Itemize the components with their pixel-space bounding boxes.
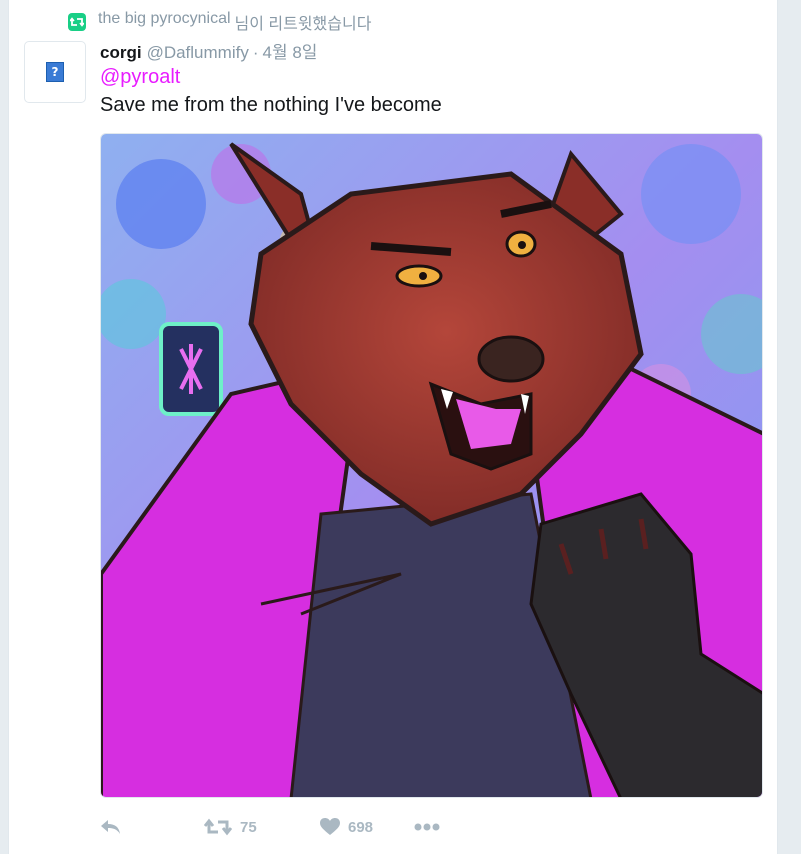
mention-link[interactable]: @pyroalt (100, 64, 180, 90)
tweet-card[interactable]: the big pyrocynical 님이 리트윗했습니다 ? corgi @… (8, 0, 778, 854)
tweet-date[interactable]: 4월 8일 (263, 38, 318, 63)
tweet-text: Save me from the nothing I've become (100, 94, 442, 116)
reply-icon (101, 820, 120, 834)
more-dots-icon (414, 823, 440, 831)
tweet-header: corgi @Daflummify · 4월 8일 (100, 38, 317, 62)
username[interactable]: @Daflummify (147, 43, 249, 63)
retweet-suffix: 님이 리트윗했습니다 (234, 16, 372, 33)
heart-icon (320, 818, 340, 835)
retweet-icon (68, 13, 86, 31)
more-button[interactable] (414, 823, 440, 831)
retweet-button[interactable]: 75 (204, 818, 320, 836)
reply-button[interactable] (100, 819, 204, 835)
retweet-context: the big pyrocynical 님이 리트윗했습니다 (68, 10, 372, 34)
like-button[interactable]: 698 (320, 818, 414, 836)
retweet-count: 75 (240, 818, 257, 836)
separator: · (252, 43, 259, 62)
tweet-actions: 75 698 (100, 813, 440, 841)
avatar[interactable]: ? (24, 41, 86, 103)
tweet-media-image[interactable] (100, 133, 763, 798)
like-count: 698 (348, 818, 374, 836)
artwork-illustration (101, 134, 762, 797)
retweeter-name[interactable]: the big pyrocynical (98, 10, 231, 34)
retweet-icon (204, 818, 232, 836)
display-name[interactable]: corgi (100, 43, 142, 63)
missing-image-icon: ? (46, 62, 64, 82)
